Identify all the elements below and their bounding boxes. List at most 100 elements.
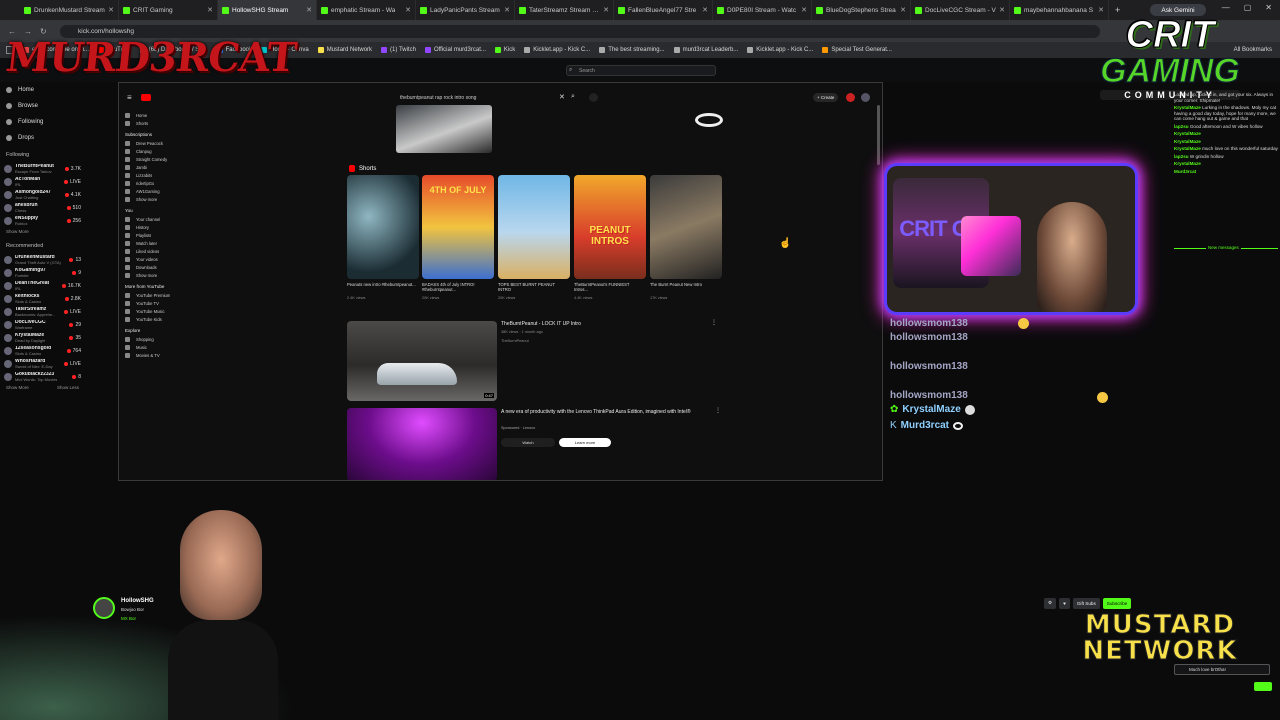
maximize-icon[interactable]: ▢	[1244, 3, 1252, 12]
show-more-link[interactable]: Show More	[0, 383, 29, 393]
tab-drunkenmustard[interactable]: DrunkenMustard Stream ✕	[20, 0, 119, 20]
short-title[interactable]: TheBurntPeanut's FUNNIEST Intros...	[574, 282, 644, 292]
tab-fallenblueangel[interactable]: FallenBlueAngel77 Stre ✕	[614, 0, 713, 20]
sidebar-channel[interactable]: ahesbruh Chess 510	[0, 201, 85, 214]
bookmark[interactable]: Special Test Generat...	[822, 47, 892, 53]
yt-show-more[interactable]: Show more	[119, 271, 179, 279]
yt-sidebar-item[interactable]: Straight Comedy	[119, 155, 179, 163]
chat-username[interactable]: KrystalMaze	[1174, 131, 1201, 136]
more-vert-icon[interactable]: ⋮	[715, 407, 721, 414]
avatar[interactable]	[861, 93, 870, 102]
yt-sidebar-item[interactable]: History	[119, 223, 179, 231]
streamer-name[interactable]: HollowSHG	[121, 598, 154, 604]
yt-sidebar-item[interactable]: Shopping	[119, 335, 179, 343]
bookmark[interactable]: Kicklet.app - Kick C...	[524, 47, 590, 53]
close-icon[interactable]: ✕	[801, 6, 807, 14]
chat-username[interactable]: Murd3rcat	[1174, 169, 1196, 174]
you-heading[interactable]: You	[119, 203, 179, 215]
bookmark[interactable]: Kick	[494, 47, 515, 53]
bookmark[interactable]: murd3rcat Leaderb...	[673, 47, 738, 53]
yt-sidebar-item[interactable]: Your channel	[119, 215, 179, 223]
sidebar-channel[interactable]: DocLiveCGC Warframe 29	[0, 318, 85, 331]
ad-thumbnail[interactable]	[347, 408, 497, 480]
close-icon[interactable]: ✕	[108, 6, 114, 14]
short-thumbnail[interactable]	[650, 175, 722, 279]
chat-username[interactable]: KrystalMaze	[1174, 146, 1201, 151]
sidebar-channel[interactable]: Gokublackz2323 Mini Words: Top Movies 8	[0, 370, 85, 383]
chat-username[interactable]: KrystalMaze	[1174, 161, 1201, 166]
show-more-link[interactable]: Show More	[0, 227, 85, 237]
close-icon[interactable]: ✕	[603, 6, 609, 14]
yt-sidebar-item[interactable]: ridertipGo	[119, 179, 179, 187]
short-thumbnail[interactable]	[347, 175, 419, 279]
ad-watch-button[interactable]: Watch	[501, 438, 555, 447]
minimize-icon[interactable]: —	[1222, 3, 1230, 12]
tab-emphatic[interactable]: emphatic Stream - Wa ✕	[317, 0, 416, 20]
youtube-search-input[interactable]: theburntpeanut rap rock intro song	[394, 92, 599, 105]
tab-hollowshg[interactable]: HollowSHG Stream ✕	[218, 0, 317, 20]
subscribe-button[interactable]: Subscribe	[1102, 597, 1132, 609]
bookmark[interactable]: Official murd3rcat...	[424, 47, 486, 53]
nav-drops[interactable]: Drops	[0, 130, 85, 146]
yt-sidebar-item[interactable]: Downloads	[119, 263, 179, 271]
close-icon[interactable]: ✕	[405, 6, 411, 14]
yt-sidebar-item[interactable]: Playlists	[119, 231, 179, 239]
yt-sidebar-item[interactable]: Movies & TV	[119, 351, 179, 359]
sidebar-channel[interactable]: 12seasonsgold Slots & Casino 764	[0, 344, 85, 357]
subscriptions-heading[interactable]: Subscriptions	[119, 127, 179, 139]
sidebar-channel[interactable]: eNSupply Roblox 256	[0, 214, 85, 227]
chat-username[interactable]: KrystalMaze	[1174, 139, 1201, 144]
sidebar-channel[interactable]: Asmongold247 Just Chatting 4.1K	[0, 188, 85, 201]
clear-search-icon[interactable]: ✕	[559, 93, 565, 101]
new-messages-label[interactable]: New messages	[1206, 245, 1241, 250]
kick-search-input[interactable]: Search	[566, 65, 716, 76]
sidebar-channel[interactable]: DeanTheGreat IRL 16.7K	[0, 279, 85, 292]
gift-subs-button[interactable]: Gift Subs	[1072, 597, 1100, 609]
yt-sidebar-item[interactable]: YouTube Premium	[119, 291, 179, 299]
streamer-avatar[interactable]	[93, 597, 115, 619]
sidebar-channel[interactable]: TaterStreamz Backrooms: Apprehe... LIVE	[0, 305, 85, 318]
settings-icon[interactable]: ⚙	[1044, 597, 1057, 609]
sidebar-channel[interactable]: TheBurntPeanut Escape From Tarkov 3.7K	[0, 162, 85, 175]
video-thumbnail[interactable]: 0:47	[347, 321, 497, 401]
close-icon[interactable]: ✕	[306, 6, 312, 14]
yt-sidebar-item[interactable]: YouTube Kids	[119, 315, 179, 323]
ad-learn-more-button[interactable]: Learn more	[559, 438, 611, 447]
chat-username[interactable]: lap2su	[1174, 124, 1189, 129]
short-title[interactable]: BADASS 4th of July INTRO! #theburntpeanu…	[422, 282, 492, 292]
yt-sidebar-item[interactable]: Jambi	[119, 163, 179, 171]
yt-show-more[interactable]: Show more	[119, 195, 179, 203]
heart-icon[interactable]: ♥	[1059, 597, 1070, 609]
sidebar-channel[interactable]: DrunkenMustard Grand Theft Auto V (GTA) 13	[0, 253, 85, 266]
yt-sidebar-item[interactable]: YouTube TV	[119, 299, 179, 307]
yt-sidebar-item[interactable]: Clanpug	[119, 147, 179, 155]
ad-title[interactable]: A new era of productivity with the Lenov…	[501, 409, 721, 415]
bookmark[interactable]: The best streaming...	[599, 47, 665, 53]
tab-taterstreamz[interactable]: TaterStreamz Stream - V ✕	[515, 0, 614, 20]
video-thumbnail[interactable]	[396, 105, 492, 153]
sidebar-channel[interactable]: keithlocks Slots & Casino 2.8K	[0, 292, 85, 305]
show-less-link[interactable]: Show Less	[51, 383, 79, 393]
create-button[interactable]: + Create	[813, 93, 839, 102]
send-chat-button[interactable]	[1254, 682, 1272, 691]
mic-icon[interactable]	[589, 93, 598, 102]
close-icon[interactable]: ✕	[900, 6, 906, 14]
short-thumbnail[interactable]	[498, 175, 570, 279]
tab-doclivecgc[interactable]: DocLiveCGC Stream - V ✕	[911, 0, 1010, 20]
sidebar-channel[interactable]: WhosHazard Sword of Nier: E-Day LIVE	[0, 357, 85, 370]
new-tab-icon[interactable]: +	[1115, 5, 1120, 15]
yt-sidebar-item[interactable]: Lizzabits	[119, 171, 179, 179]
tab-dope80i[interactable]: D0PE80I Stream - Watc ✕	[713, 0, 812, 20]
more-vert-icon[interactable]: ⋮	[711, 319, 717, 326]
yt-sidebar-item[interactable]: Watch later	[119, 239, 179, 247]
video-title[interactable]: TheBurntPeanut - LOCK IT UP Intro	[501, 321, 581, 327]
short-thumbnail[interactable]: 4TH OF JULY	[422, 175, 494, 279]
sidebar-channel[interactable]: KrystalMaze Dead by Daylight 35	[0, 331, 85, 344]
nav-following[interactable]: Following	[0, 114, 85, 130]
bookmark[interactable]: Mustard Network	[317, 47, 372, 53]
scrollbar[interactable]	[877, 105, 880, 165]
close-icon[interactable]: ✕	[702, 6, 708, 14]
chat-username[interactable]: lap2su	[1174, 154, 1189, 159]
chat-input[interactable]: Much love brOtha!	[1174, 664, 1270, 675]
close-icon[interactable]: ✕	[504, 6, 510, 14]
